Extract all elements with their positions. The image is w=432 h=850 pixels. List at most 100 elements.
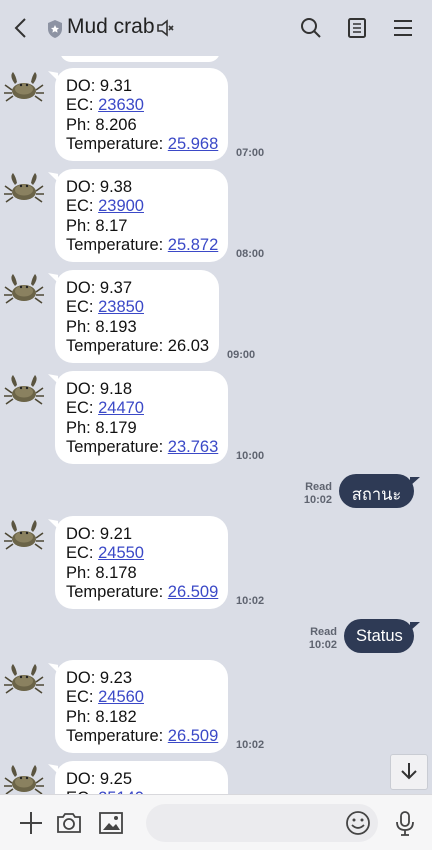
crab-avatar-icon	[4, 664, 44, 694]
mute-icon	[157, 19, 174, 37]
reading-temperature: Temperature: 25.872	[66, 236, 218, 255]
message-time: 09:00	[227, 349, 256, 361]
reading-ec: EC: 23630	[66, 96, 217, 115]
reading-ec: EC: 24470	[66, 399, 217, 418]
camera-icon[interactable]	[55, 809, 83, 837]
shield-icon	[48, 20, 62, 38]
message-bubble[interactable]: DO: 9.25EC: 25140	[55, 761, 228, 794]
temperature-value-link[interactable]: 25.968	[168, 135, 218, 153]
reading-do: DO: 9.25	[66, 770, 133, 788]
reading-ec: EC: 23850	[66, 298, 208, 317]
crab-avatar-icon	[4, 765, 44, 794]
plus-icon[interactable]	[17, 809, 45, 837]
incoming-message: DO: 9.18 EC: 24470 Ph: 8.179 Temperature: 2…	[0, 371, 432, 471]
avatar[interactable]	[3, 169, 45, 211]
chat-title[interactable]: Mud crab	[67, 15, 155, 39]
message-time: 10:02	[308, 639, 337, 651]
read-receipt: Read	[305, 481, 332, 493]
back-icon[interactable]	[10, 16, 34, 40]
temperature-value-link[interactable]: 23.763	[168, 438, 218, 456]
avatar[interactable]	[3, 761, 45, 794]
incoming-message: DO: 9.23 EC: 24560 Ph: 8.182 Temperature: 2…	[0, 660, 432, 760]
temperature-label: Temperature:	[66, 727, 168, 746]
avatar[interactable]	[3, 270, 45, 312]
reading-ph: Ph: 8.182	[66, 707, 137, 726]
reading-ec: EC: 24560	[66, 688, 217, 707]
temperature-value-link[interactable]: 26.509	[168, 583, 218, 601]
message-bubble[interactable]: DO: 9.18 EC: 24470 Ph: 8.179 Temperature: 2…	[55, 371, 228, 464]
message-time: 10:00	[236, 450, 265, 462]
crab-avatar-icon	[4, 72, 44, 102]
reading-temperature: Temperature: 23.763	[66, 438, 218, 457]
scroll-down-button[interactable]	[390, 754, 428, 790]
temperature-label: Temperature:	[66, 583, 168, 602]
ec-value-link[interactable]: 23900	[98, 197, 144, 215]
reading-do: DO: 9.31	[66, 77, 133, 95]
ec-label: EC:	[66, 298, 99, 317]
message-bubble[interactable]: Status	[344, 619, 420, 653]
read-receipt: Read	[310, 626, 337, 638]
message-bubble[interactable]: DO: 9.38 EC: 23900 Ph: 8.17 Temperature: 25…	[55, 169, 228, 262]
temperature-label: Temperature:	[66, 236, 168, 255]
avatar[interactable]	[3, 371, 45, 413]
message-bubble[interactable]: DO: 9.31 EC: 23630 Ph: 8.206 Temperature: 2…	[55, 68, 228, 161]
reading-do: DO: 9.23	[66, 669, 133, 687]
chat-header: Mud crab	[0, 0, 432, 56]
outgoing-message: Read 10:02 Status	[0, 619, 432, 659]
message-bubble[interactable]: สถานะ	[339, 474, 420, 508]
chat-messages[interactable]: DO: 9.31 EC: 23630 Ph: 8.206 Temperature: 2…	[0, 56, 432, 794]
message-bubble[interactable]: DO: 9.23 EC: 24560 Ph: 8.182 Temperature: 2…	[55, 660, 228, 753]
message-bubble[interactable]: DO: 9.37 EC: 23850 Ph: 8.193 Temperature: 2…	[55, 270, 219, 363]
emoji-icon[interactable]	[344, 809, 372, 837]
temperature-value-link[interactable]: 25.872	[168, 236, 218, 254]
incoming-message: DO: 9.21 EC: 24550 Ph: 8.178 Temperature: 2…	[0, 516, 432, 616]
message-time: 10:02	[236, 595, 265, 607]
reading-ph: Ph: 8.179	[66, 418, 137, 437]
ec-value-link[interactable]: 24560	[98, 688, 144, 706]
image-icon[interactable]	[97, 809, 125, 837]
ec-label: EC:	[66, 197, 99, 216]
ec-value-link[interactable]: 23850	[98, 298, 144, 316]
avatar[interactable]	[3, 660, 45, 702]
outgoing-message: Read 10:02 สถานะ	[0, 474, 432, 514]
crab-avatar-icon	[4, 375, 44, 405]
temperature-label: Temperature:	[66, 135, 168, 154]
reading-temperature: Temperature: 25.968	[66, 135, 218, 154]
ec-value-link[interactable]: 24550	[98, 544, 144, 562]
reading-ph: Ph: 8.193	[66, 317, 137, 336]
microphone-icon[interactable]	[391, 809, 419, 837]
reading-temperature: Temperature: 26.509	[66, 727, 218, 746]
menu-icon[interactable]	[391, 16, 415, 40]
avatar[interactable]	[3, 516, 45, 558]
avatar[interactable]	[3, 68, 45, 110]
ec-value-link[interactable]: 23630	[98, 96, 144, 114]
arrow-down-icon	[401, 762, 417, 779]
ec-value-link[interactable]: 24470	[98, 399, 144, 417]
previous-message-stub	[60, 56, 220, 62]
reading-temperature: Temperature: 26.509	[66, 583, 218, 602]
search-icon[interactable]	[299, 16, 323, 40]
incoming-message: DO: 9.25EC: 25140	[0, 761, 432, 794]
temperature-value-link[interactable]: 26.509	[168, 727, 218, 745]
reading-temperature: Temperature: 26.03	[66, 337, 210, 356]
ec-label: EC:	[66, 688, 99, 707]
incoming-message: DO: 9.37 EC: 23850 Ph: 8.193 Temperature: 2…	[0, 270, 432, 370]
message-time: 07:00	[236, 147, 265, 159]
temperature-value: 26.03	[167, 337, 210, 356]
temperature-label: Temperature:	[66, 337, 168, 356]
notes-icon[interactable]	[345, 16, 369, 40]
reading-ph: Ph: 8.206	[66, 115, 137, 134]
reading-do: DO: 9.37	[66, 279, 133, 297]
message-bubble[interactable]: DO: 9.21 EC: 24550 Ph: 8.178 Temperature: 2…	[55, 516, 228, 609]
message-time: 10:02	[303, 494, 332, 506]
crab-avatar-icon	[4, 274, 44, 304]
reading-do: DO: 9.21	[66, 525, 133, 543]
temperature-label: Temperature:	[66, 438, 168, 457]
incoming-message: DO: 9.31 EC: 23630 Ph: 8.206 Temperature: 2…	[0, 68, 432, 168]
ec-label: EC:	[66, 96, 99, 115]
message-time: 10:02	[236, 739, 265, 751]
reading-do: DO: 9.18	[66, 380, 133, 398]
reading-ph: Ph: 8.178	[66, 563, 137, 582]
reading-ph: Ph: 8.17	[66, 216, 128, 235]
incoming-message: DO: 9.38 EC: 23900 Ph: 8.17 Temperature: 25…	[0, 169, 432, 269]
